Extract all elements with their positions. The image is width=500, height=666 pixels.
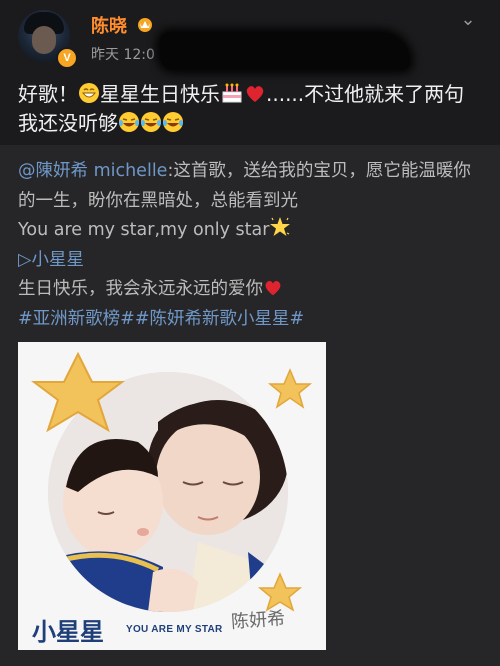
heart-emoji [265,280,281,296]
reposted-content[interactable]: @陳妍希 michelle:这首歌，送给我的宝贝，愿它能温暖你的一生，盼你在黑暗… [0,145,500,666]
author-name[interactable]: 陈晓 [91,12,127,38]
heart-emoji [246,86,264,102]
hashtag-links[interactable]: #亚洲新歌榜##陈妍希新歌小星星# [18,309,304,329]
album-title: 小星星 [32,617,104,646]
cake-emoji [222,83,242,103]
album-artist: 陈妍希 [230,608,286,633]
post-text-birthday: 星星生日快乐 [100,82,220,106]
repost-body: @陳妍希 michelle:这首歌，送给我的宝贝，愿它能温暖你的一生，盼你在黑暗… [18,157,483,334]
vip-badge-icon: V [56,47,78,69]
post-header: V 陈晓 昨天 12:0 ⌄ [0,0,500,70]
repost-line4: 生日快乐，我会永远永远的爱你 [18,279,263,299]
laugh-cry-emoji [163,112,183,132]
post-body: 好歌！ 星星生日快乐 ......不过他就来了两句我还没听够 [18,80,483,138]
album-cover-image[interactable]: 小星星 YOU ARE MY STAR 陈妍希 [18,342,326,650]
crown-icon [138,18,152,32]
album-subtitle: YOU ARE MY STAR [126,624,223,635]
post-time: 昨天 12:0 [91,47,155,63]
post-text-start: 好歌！ [18,82,78,106]
song-link[interactable]: ▷小星星 [18,250,84,270]
star-emoji [270,217,291,236]
avatar-face [32,26,56,54]
redaction-mark [160,32,410,70]
mention-link[interactable]: @陳妍希 michelle [18,161,167,181]
laugh-cry-emoji [141,112,161,132]
grin-emoji [79,83,99,103]
more-options-icon[interactable]: ⌄ [456,10,480,34]
repost-line2: You are my star,my only star [18,220,270,240]
laugh-cry-emoji [119,112,139,132]
